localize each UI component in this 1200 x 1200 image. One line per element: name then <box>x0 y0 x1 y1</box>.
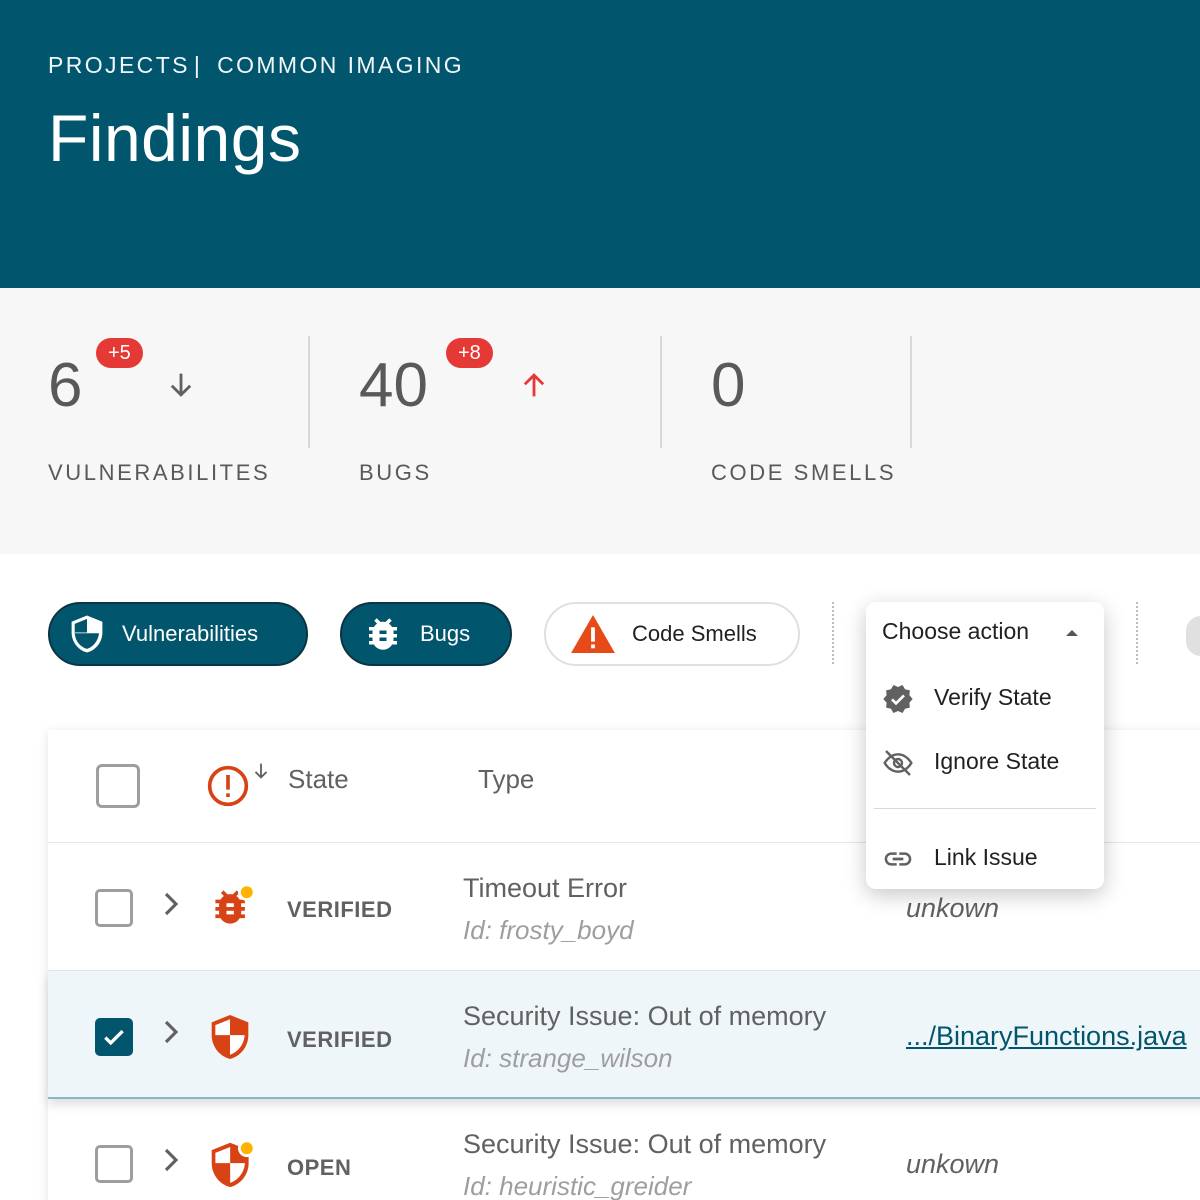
finding-id: Id: strange_wilson <box>463 1043 673 1073</box>
warning-icon <box>570 614 616 654</box>
choose-action-select[interactable]: Choose action <box>882 618 1029 645</box>
filter-bugs-chip[interactable]: Bugs <box>340 602 512 666</box>
breadcrumb-project-name[interactable]: COMMON IMAGING <box>217 52 464 78</box>
row-checkbox[interactable] <box>95 1145 133 1183</box>
breadcrumb: PROJECTS | COMMON IMAGING <box>48 52 464 79</box>
chevron-right-icon[interactable] <box>160 889 182 924</box>
shield-icon <box>208 1013 252 1066</box>
toolbar-divider <box>1136 602 1138 664</box>
finding-title: Security Issue: Out of memory <box>463 1129 827 1159</box>
table-row[interactable]: OPEN Security Issue: Out of memory Id: h… <box>48 1099 1200 1200</box>
column-header-state[interactable]: State <box>288 764 349 795</box>
check-icon <box>104 1029 124 1046</box>
chip-label: Code Smells <box>632 621 757 646</box>
menu-item-verify-state[interactable]: Verify State <box>866 672 1104 722</box>
menu-divider <box>874 808 1096 809</box>
stat-label: CODE SMELLS <box>711 460 897 485</box>
page-header: PROJECTS | COMMON IMAGING Findings <box>0 0 1200 288</box>
stat-divider <box>308 336 310 448</box>
breadcrumb-separator: | <box>193 52 203 78</box>
menu-item-ignore-state[interactable]: Ignore State <box>866 736 1104 786</box>
state-label: VERIFIED <box>287 897 393 922</box>
verified-badge-icon <box>882 683 914 720</box>
state-label: OPEN <box>287 1155 352 1180</box>
finding-title: Timeout Error <box>463 873 628 903</box>
shield-icon <box>68 614 106 654</box>
stat-code-smells: 0 CODE SMELLS <box>711 288 911 554</box>
table-row[interactable]: VERIFIED Security Issue: Out of memory I… <box>48 971 1200 1099</box>
eye-off-icon <box>882 747 914 784</box>
state-label: VERIFIED <box>287 1027 393 1052</box>
stat-count: 0 <box>711 351 746 420</box>
bug-icon <box>362 613 404 655</box>
finding-id: Id: frosty_boyd <box>463 915 634 945</box>
stat-divider <box>660 336 662 448</box>
toggle-switch[interactable] <box>1186 616 1200 656</box>
shield-icon <box>208 1139 256 1194</box>
chevron-right-icon[interactable] <box>160 1017 182 1052</box>
toolbar-divider <box>832 602 834 664</box>
finding-id: Id: heuristic_greider <box>463 1171 692 1200</box>
select-all-checkbox[interactable] <box>96 764 140 808</box>
stat-label: BUGS <box>359 460 432 485</box>
stat-vulnerabilities: 6 +5 VULNERABILITES <box>48 288 308 554</box>
arrow-up-icon <box>517 368 551 407</box>
row-checkbox[interactable] <box>95 1018 133 1056</box>
bug-icon <box>208 883 256 936</box>
finding-location: unkown <box>906 1149 1000 1179</box>
finding-location-link[interactable]: .../BinaryFunctions.java <box>906 1021 1187 1052</box>
row-checkbox[interactable] <box>95 889 133 927</box>
stats-panel: 6 +5 VULNERABILITES 40 +8 BUGS 0 CODE SM… <box>0 288 1200 554</box>
menu-item-label: Ignore State <box>934 747 1060 774</box>
sort-descending-icon[interactable] <box>250 760 272 787</box>
severity-icon <box>206 764 250 813</box>
stat-divider <box>910 336 912 448</box>
arrow-down-icon <box>164 368 198 407</box>
finding-title: Security Issue: Out of memory <box>463 1001 827 1031</box>
filter-vulnerabilities-chip[interactable]: Vulnerabilities <box>48 602 308 666</box>
breadcrumb-projects-link[interactable]: PROJECTS <box>48 52 190 78</box>
chevron-right-icon[interactable] <box>160 1145 182 1180</box>
menu-item-label: Link Issue <box>934 843 1038 870</box>
menu-item-label: Verify State <box>934 683 1052 710</box>
choose-action-dropdown: Choose action Verify State Ignore State … <box>866 602 1104 889</box>
link-icon <box>882 843 914 880</box>
delta-badge: +5 <box>96 338 143 368</box>
page-title: Findings <box>48 101 302 175</box>
chip-label: Vulnerabilities <box>122 621 259 646</box>
finding-location: unkown <box>906 893 1000 923</box>
stat-count: 6 <box>48 351 83 420</box>
filter-code-smells-chip[interactable]: Code Smells <box>544 602 800 666</box>
stat-label: VULNERABILITES <box>48 460 271 485</box>
caret-up-icon[interactable] <box>1066 630 1078 636</box>
stat-count: 40 <box>359 351 428 420</box>
delta-badge: +8 <box>446 338 493 368</box>
chip-label: Bugs <box>420 621 471 646</box>
stat-bugs: 40 +8 BUGS <box>359 288 659 554</box>
menu-item-link-issue[interactable]: Link Issue <box>866 832 1104 882</box>
column-header-type[interactable]: Type <box>478 764 534 795</box>
